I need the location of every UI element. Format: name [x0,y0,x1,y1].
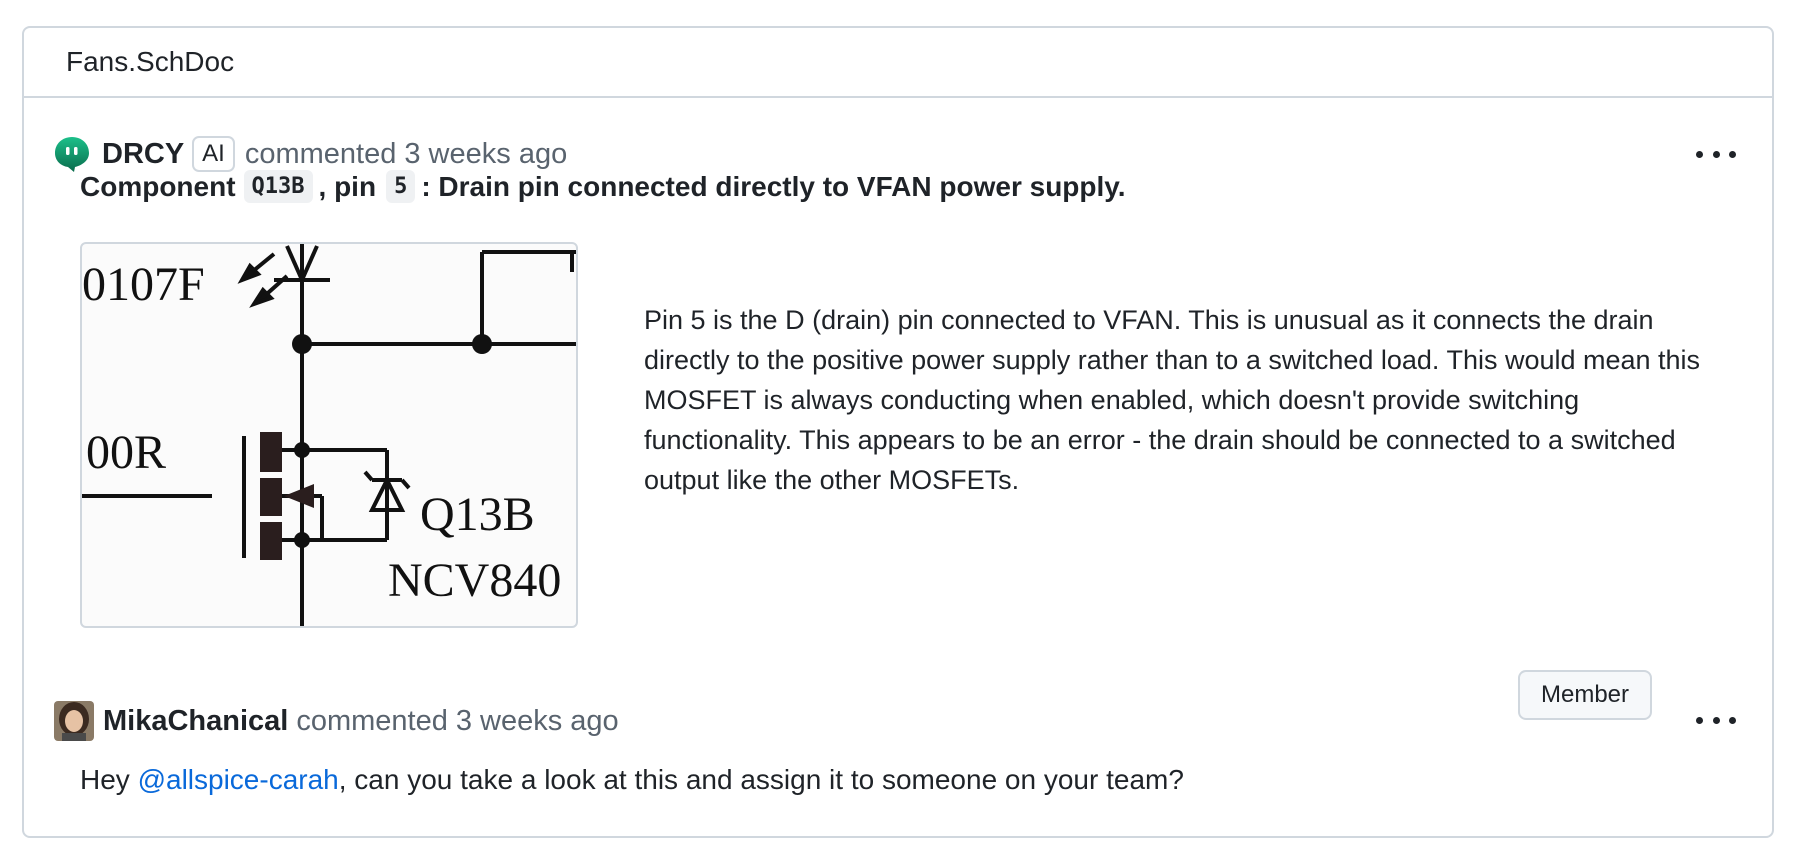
comment-author[interactable]: MikaChanical [103,705,288,738]
reply-prefix: Hey [80,764,138,795]
component-code: Q13B [243,170,313,203]
comment-meta: commented 3 weeks ago [245,138,567,171]
comment-verb: commented [244,137,397,170]
file-name[interactable]: Fans.SchDoc [66,46,234,78]
schematic-label-part: Q13B [420,488,535,541]
drcy-avatar-icon[interactable] [54,136,90,172]
schematic-label-ref2: 00R [86,426,166,479]
comment-timestamp[interactable]: 3 weeks ago [404,138,567,170]
avatar[interactable] [54,701,94,741]
user-mention-link[interactable]: @allspice-carah [138,764,339,795]
schematic-label-value: NCV840 [388,554,561,607]
file-header: Fans.SchDoc [24,28,1772,98]
kebab-menu-icon[interactable] [1696,708,1736,732]
comment-timestamp[interactable]: 3 weeks ago [456,705,619,737]
reply-suffix: , can you take a look at this and assign… [338,764,1184,795]
comment-body-reply: Hey @allspice-carah, can you take a look… [80,764,1184,796]
comment-verb: commented [296,704,448,737]
kebab-menu-icon[interactable] [1696,142,1736,166]
pin-code: 5 [386,170,416,203]
member-role-badge: Member [1518,670,1652,720]
title-prefix: Component [80,170,236,202]
comment-header-mika: MikaChanical commented 3 weeks ago [54,701,619,741]
schematic-label-ref1: 0107F [82,258,205,311]
comment-author[interactable]: DRCY [102,138,184,171]
comment-header-drcy: DRCY AI commented 3 weeks ago [54,136,567,172]
ai-badge: AI [192,136,235,172]
comment-meta: commented 3 weeks ago [296,705,618,738]
comment-title: Component Q13B , pin 5 : Drain pin conne… [80,170,1126,203]
title-middle: , pin [318,170,377,202]
schematic-snippet-image[interactable]: 0107F 00R Q13B NCV840 [80,242,578,628]
comment-body-explanation: Pin 5 is the D (drain) pin connected to … [644,305,1701,495]
title-suffix: : Drain pin connected directly to VFAN p… [421,170,1126,202]
